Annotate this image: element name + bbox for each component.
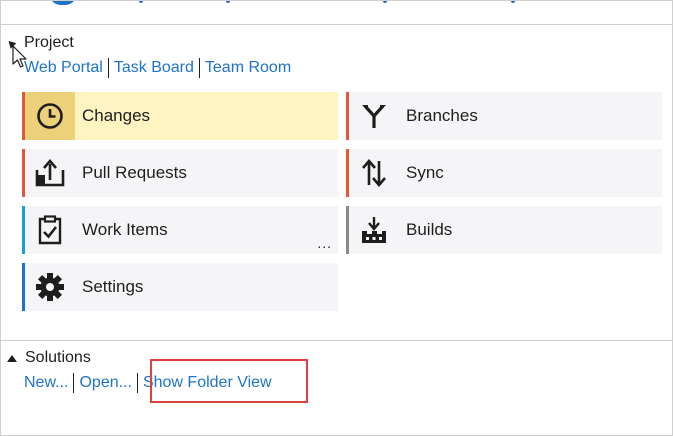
toolbar-icon-fragment	[49, 1, 77, 5]
project-links: Web Portal Task Board Team Room	[24, 57, 291, 79]
open-solution-link[interactable]: Open...	[79, 374, 131, 392]
tile-builds[interactable]: Builds	[346, 206, 662, 254]
tile-label: Settings	[82, 277, 144, 296]
team-room-link[interactable]: Team Room	[205, 59, 291, 77]
team-explorer-home: Project Web Portal Task Board Team Room …	[0, 0, 673, 436]
tile-settings[interactable]: Settings	[22, 263, 338, 311]
section-divider	[1, 340, 673, 341]
gear-icon	[25, 263, 75, 311]
task-board-link[interactable]: Task Board	[114, 59, 194, 77]
project-section-title: Project	[24, 34, 74, 51]
branch-icon	[349, 92, 399, 140]
toolbar-fragment	[226, 1, 230, 3]
new-solution-link[interactable]: New...	[24, 374, 68, 392]
more-options-button[interactable]: ...	[317, 236, 332, 250]
clock-icon	[25, 92, 75, 140]
solutions-section-title: Solutions	[25, 349, 91, 366]
tile-changes[interactable]: Changes	[22, 92, 338, 140]
toolbar-fragment	[383, 1, 387, 3]
tile-label: Branches	[406, 106, 478, 125]
tile-label: Pull Requests	[82, 163, 187, 182]
tile-label: Builds	[406, 220, 453, 239]
tile-pull-requests[interactable]: Pull Requests	[22, 149, 338, 197]
tile-work-items[interactable]: Work Items ...	[22, 206, 338, 254]
tile-branches[interactable]: Branches	[346, 92, 662, 140]
tile-label: Changes	[82, 106, 151, 125]
expand-triangle-icon[interactable]	[7, 355, 17, 362]
toolbar-fragment	[511, 1, 515, 3]
link-separator	[136, 373, 138, 393]
tile-label: Sync	[406, 163, 444, 182]
link-separator	[73, 373, 75, 393]
link-separator	[198, 58, 200, 78]
highlight-annotation-box	[150, 359, 308, 403]
tile-label: Work Items	[82, 220, 168, 239]
clipboard-check-icon	[25, 206, 75, 254]
builds-icon	[349, 206, 399, 254]
solutions-section-header[interactable]: Solutions	[7, 348, 91, 368]
tile-sync[interactable]: Sync	[346, 149, 662, 197]
toolbar-fragment	[139, 1, 143, 3]
pull-request-icon	[25, 149, 75, 197]
sync-arrows-icon	[349, 149, 399, 197]
top-toolbar-strip	[1, 1, 673, 25]
web-portal-link[interactable]: Web Portal	[24, 59, 103, 77]
link-separator	[107, 58, 109, 78]
